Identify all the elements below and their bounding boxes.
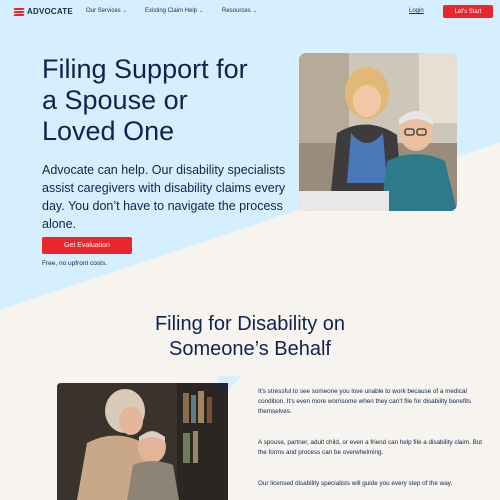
- logo-mark-icon: [13, 7, 25, 16]
- chevron-down-icon: ⌄: [199, 8, 204, 14]
- info-icon[interactable]: i: [218, 384, 228, 394]
- couple-reviewing-forms-photo: [57, 383, 228, 500]
- hero-title-line: Filing Support for: [42, 54, 248, 84]
- nav-our-services[interactable]: Our Services ⌄: [86, 8, 127, 14]
- hero-title: Filing Support for a Spouse or Loved One: [42, 54, 292, 147]
- advocate-logo[interactable]: ADVOCATE: [13, 7, 73, 16]
- hero-title-line: Loved One: [42, 116, 175, 146]
- section-title-line: Filing for Disability on: [154, 313, 346, 335]
- section-title-line: Someone’s Behalf: [169, 338, 331, 360]
- hero-description: Advocate can help. Our disability specia…: [42, 163, 286, 231]
- login-link[interactable]: Login: [409, 8, 424, 14]
- section-title: Filing for Disability on Someone’s Behal…: [0, 312, 500, 362]
- hero-title-line: a Spouse or: [42, 85, 188, 115]
- caregiver-photo: [299, 53, 457, 211]
- chevron-down-icon: ⌄: [122, 8, 127, 14]
- logo-text: ADVOCATE: [27, 7, 73, 16]
- section-paragraph: Our licensed disability specialists will…: [258, 480, 453, 487]
- get-evaluation-button[interactable]: Get Evaluation: [42, 237, 132, 254]
- nav-existing-claim-help[interactable]: Existing Claim Help ⌄: [145, 8, 203, 14]
- chevron-down-icon: ⌄: [252, 8, 257, 14]
- top-navigation: ADVOCATE Our Services ⌄ Existing Claim H…: [0, 0, 500, 24]
- section-paragraph: A spouse, partner, adult child, or even …: [258, 439, 483, 456]
- nav-item-label: Resources: [222, 8, 251, 14]
- cta-note: Free, no upfront costs.: [42, 260, 108, 267]
- section-paragraph: It’s stressful to see someone you love u…: [258, 388, 472, 415]
- nav-item-label: Our Services: [86, 8, 121, 14]
- nav-item-label: Existing Claim Help: [145, 8, 198, 14]
- nav-resources[interactable]: Resources ⌄: [222, 8, 257, 14]
- lets-start-button[interactable]: Let's Start: [443, 5, 493, 18]
